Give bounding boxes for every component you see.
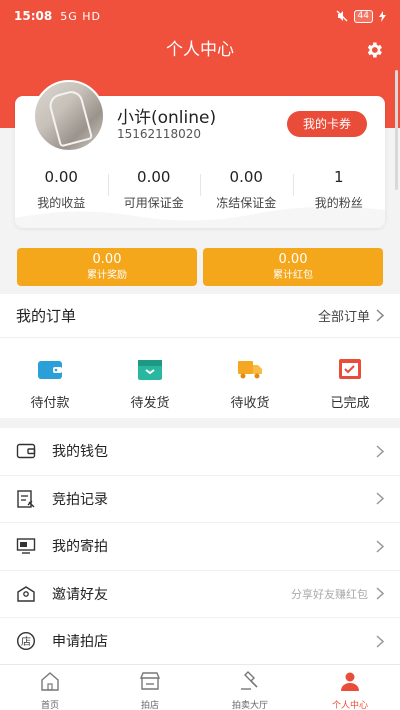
stat-frozen-deposit[interactable]: 0.00 冻结保证金 — [200, 160, 293, 220]
gavel-icon — [241, 671, 258, 690]
all-orders-link[interactable]: 全部订单 — [318, 306, 384, 325]
shop-icon: 店 — [16, 632, 36, 651]
tab-auction-hall[interactable]: 拍卖大厅 — [200, 665, 300, 710]
orders-header: 我的订单 全部订单 — [0, 294, 400, 338]
home-icon — [41, 672, 59, 691]
chevron-right-icon — [376, 587, 384, 600]
menu-item-label: 邀请好友 — [52, 586, 108, 603]
menu-list: 我的钱包 竞拍记录 我的寄拍 邀请好友 分享好友赚红包 店 申请拍店 — [0, 428, 400, 666]
tab-label: 拍店 — [140, 701, 159, 710]
menu-item-label: 我的寄拍 — [52, 539, 108, 556]
order-status-label: 待发货 — [130, 396, 170, 411]
reward-value: 0.00 — [278, 252, 308, 267]
stats-row: 0.00 我的收益 0.00 可用保证金 0.00 冻结保证金 1 我的粉丝 — [15, 160, 385, 220]
order-completed[interactable]: 已完成 — [300, 338, 400, 418]
stat-value: 1 — [333, 168, 344, 186]
chevron-right-icon — [376, 492, 384, 505]
status-bar: 15:08 5G HD 44 — [0, 0, 400, 32]
store-icon — [139, 672, 161, 690]
menu-item-consignment[interactable]: 我的寄拍 — [0, 523, 400, 571]
reward-value: 0.00 — [92, 252, 122, 267]
order-status-row: 待付款 待发货 待收货 已完成 — [0, 338, 400, 418]
tab-home[interactable]: 首页 — [0, 665, 100, 710]
orders-section: 我的订单 全部订单 待付款 待发货 待收货 已完成 — [0, 294, 400, 418]
menu-item-apply-shop[interactable]: 店 申请拍店 — [0, 618, 400, 666]
wallet-outline-icon — [16, 444, 36, 459]
tab-personal-center[interactable]: 个人中心 — [300, 665, 400, 710]
avatar[interactable] — [33, 80, 105, 152]
status-time: 15:08 — [14, 9, 53, 23]
stat-label: 我的粉丝 — [314, 196, 363, 210]
check-box-icon — [339, 359, 361, 379]
mute-icon — [336, 10, 348, 22]
stat-value: 0.00 — [137, 168, 171, 186]
menu-item-bid-records[interactable]: 竞拍记录 — [0, 476, 400, 523]
tab-store[interactable]: 拍店 — [100, 665, 200, 710]
user-phone: 15162118020 — [117, 127, 201, 141]
person-icon — [341, 672, 359, 691]
menu-item-label: 申请拍店 — [52, 634, 108, 651]
tab-label: 拍卖大厅 — [231, 701, 268, 710]
reward-label: 累计奖励 — [87, 270, 127, 281]
stat-label: 我的收益 — [37, 196, 86, 210]
stat-value: 0.00 — [229, 168, 263, 186]
stat-earnings[interactable]: 0.00 我的收益 — [15, 160, 108, 220]
all-orders-label: 全部订单 — [317, 310, 370, 325]
user-name: 小许(online) — [117, 108, 217, 128]
truck-icon — [238, 361, 262, 379]
stat-label: 冻结保证金 — [216, 196, 277, 210]
invite-icon — [17, 585, 35, 602]
svg-text:店: 店 — [21, 635, 31, 648]
menu-item-label: 我的钱包 — [52, 444, 108, 461]
chevron-right-icon — [376, 309, 384, 322]
wallet-icon — [38, 361, 62, 379]
battery-indicator: 44 — [353, 9, 373, 23]
stat-value: 0.00 — [44, 168, 78, 186]
order-pending-receipt[interactable]: 待收货 — [200, 338, 300, 418]
package-icon — [138, 360, 162, 380]
chevron-right-icon — [376, 540, 384, 553]
signal-indicator: 5G HD — [60, 9, 101, 23]
consign-icon — [16, 538, 36, 554]
order-pending-shipment[interactable]: 待发货 — [100, 338, 200, 418]
scrollbar[interactable] — [395, 70, 398, 190]
charging-icon — [379, 10, 386, 22]
menu-item-wallet[interactable]: 我的钱包 — [0, 428, 400, 476]
order-status-label: 已完成 — [330, 396, 370, 411]
stat-label: 可用保证金 — [123, 196, 184, 210]
order-pending-payment[interactable]: 待付款 — [0, 338, 100, 418]
orders-title: 我的订单 — [16, 307, 77, 325]
gear-icon[interactable] — [364, 40, 384, 60]
stat-fans[interactable]: 1 我的粉丝 — [292, 160, 386, 220]
tab-label: 个人中心 — [331, 701, 368, 710]
page-title: 个人中心 — [166, 40, 234, 60]
order-status-label: 待收货 — [230, 396, 270, 411]
menu-item-invite-friends[interactable]: 邀请好友 分享好友赚红包 — [0, 571, 400, 618]
reward-label: 累计红包 — [273, 270, 313, 281]
invite-hint: 分享好友赚红包 — [291, 587, 368, 601]
order-status-label: 待付款 — [30, 396, 70, 411]
record-icon — [17, 490, 35, 508]
total-rewards-button[interactable]: 0.00 累计奖励 — [17, 248, 197, 286]
stat-available-deposit[interactable]: 0.00 可用保证金 — [107, 160, 201, 220]
tab-label: 首页 — [40, 701, 59, 710]
bottom-tab-bar: 首页 拍店 拍卖大厅 个人中心 — [0, 664, 400, 710]
chevron-right-icon — [376, 445, 384, 458]
my-coupons-button[interactable]: 我的卡券 — [287, 111, 367, 137]
chevron-right-icon — [376, 635, 384, 648]
menu-item-label: 竞拍记录 — [52, 491, 108, 508]
total-red-packets-button[interactable]: 0.00 累计红包 — [203, 248, 383, 286]
